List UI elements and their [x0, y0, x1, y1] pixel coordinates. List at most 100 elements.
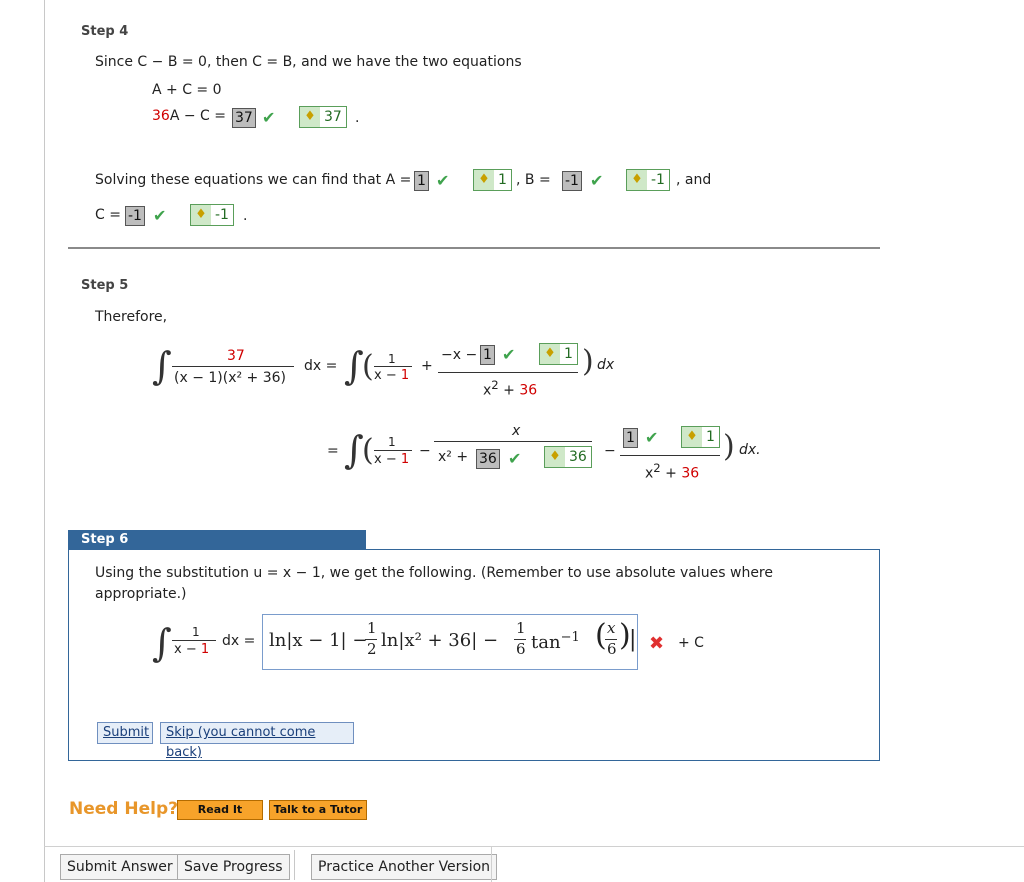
- left-border: [44, 0, 45, 882]
- eq2-answer-box[interactable]: 37: [232, 108, 256, 128]
- and-text: , and: [676, 172, 712, 188]
- half-denominator: 2: [367, 640, 377, 658]
- key-icon: ♦: [682, 427, 702, 447]
- step5-key-1b[interactable]: ♦ 1: [681, 426, 720, 448]
- key-icon: ♦: [300, 107, 320, 127]
- half-numerator: 1: [367, 619, 377, 637]
- read-it-button[interactable]: Read It: [177, 800, 263, 820]
- dx-equals: dx =: [222, 633, 256, 649]
- right-paren: ): [582, 344, 594, 379]
- key-icon: ♦: [545, 447, 565, 467]
- left-paren: (: [362, 433, 374, 468]
- frac-numerator: 1: [388, 352, 396, 366]
- key-icon: ♦: [627, 170, 647, 190]
- check-icon: ✔: [590, 171, 604, 190]
- skip-button[interactable]: Skip (you cannot come back): [160, 722, 354, 760]
- step6-header: Step 6: [68, 530, 366, 550]
- check-icon: ✔: [508, 449, 522, 468]
- step6-text-line2: appropriate.): [95, 586, 187, 602]
- submit-button[interactable]: Submit: [97, 722, 153, 744]
- right-paren: ): [723, 429, 735, 464]
- eq2-coefficient: 36: [152, 108, 170, 124]
- plus-c: + C: [678, 635, 704, 651]
- check-icon: ✔: [645, 428, 659, 447]
- section-divider: [68, 247, 880, 249]
- arg-numerator: x: [607, 619, 616, 637]
- frac-numerator: 1: [388, 435, 396, 449]
- key-icon: ♦: [191, 205, 211, 225]
- arg-denominator: 6: [607, 640, 617, 658]
- step5-key-36[interactable]: ♦ 36: [544, 446, 592, 468]
- C-answer-box[interactable]: -1: [125, 206, 145, 226]
- dx-period: dx.: [739, 442, 761, 458]
- need-help-label: Need Help?: [69, 799, 178, 819]
- step5-answer-1[interactable]: 1: [480, 345, 495, 365]
- paren-open: (: [595, 618, 607, 653]
- equals-sign: =: [327, 443, 339, 459]
- denominator-x2-36: x2 + 36: [645, 461, 700, 482]
- submit-answer-button[interactable]: Submit Answer: [60, 854, 180, 880]
- answer-tan: tan−1: [531, 630, 580, 653]
- step4-intro: Since C − B = 0, then C = B, and we have…: [95, 54, 522, 70]
- left-paren: (: [362, 349, 374, 384]
- check-icon: ✔: [436, 171, 450, 190]
- answer-input[interactable]: ln|x − 1| − 1 2 ln|x² + 36| − 1 6 tan−1 …: [262, 614, 638, 670]
- step5-key-1[interactable]: ♦ 1: [539, 343, 578, 365]
- fraction-bar: [172, 640, 216, 641]
- B-text: , B =: [516, 172, 551, 188]
- int-numerator: 1: [192, 625, 200, 639]
- answer-ln-part1: ln|x − 1| −: [269, 630, 368, 651]
- neg-x-minus: −x −: [441, 347, 478, 363]
- C-text: C =: [95, 207, 121, 223]
- plus-sign: +: [421, 358, 433, 374]
- answer-ln-part2: ln|x² + 36| −: [381, 630, 499, 651]
- fraction-bar: [374, 450, 412, 451]
- check-icon: ✔: [153, 206, 167, 225]
- key-icon: ♦: [474, 170, 494, 190]
- period: .: [243, 208, 248, 224]
- step5-answer-1b[interactable]: 1: [623, 428, 638, 448]
- eq2-text: A − C =: [169, 108, 226, 124]
- step6-text-line1: Using the substitution u = x − 1, we get…: [95, 565, 773, 581]
- check-icon: ✔: [262, 108, 276, 127]
- x2-plus: x² +: [438, 449, 469, 465]
- eq2-key-box[interactable]: ♦ 37: [299, 106, 347, 128]
- step5-label: Step 5: [81, 278, 129, 293]
- fraction-bar: [172, 366, 294, 367]
- B-answer-box[interactable]: -1: [562, 171, 582, 191]
- integral-sign: ∫: [344, 344, 364, 388]
- dx-equals: dx =: [304, 358, 338, 374]
- A-key-box[interactable]: ♦ 1: [473, 169, 512, 191]
- period: .: [355, 110, 360, 126]
- integral-sign: ∫: [152, 621, 172, 665]
- minus-sign: −: [419, 443, 431, 459]
- footer-separator: [491, 846, 492, 882]
- fraction-bar: [374, 366, 412, 367]
- dx-label: dx: [597, 357, 615, 373]
- incorrect-icon: ✖: [649, 633, 665, 654]
- equation-1: A + C = 0: [152, 82, 222, 98]
- int-denominator: x − 1: [174, 642, 210, 657]
- equation-2: 36A − C =: [152, 108, 226, 124]
- B-key-box[interactable]: ♦ -1: [626, 169, 670, 191]
- fraction-bar: [438, 372, 578, 373]
- check-icon: ✔: [502, 345, 516, 364]
- practice-another-version-button[interactable]: Practice Another Version: [311, 854, 498, 880]
- sixth-numerator: 1: [516, 619, 526, 637]
- lhs-denominator: (x − 1)(x² + 36): [174, 370, 287, 386]
- solving-text: Solving these equations we can find that…: [95, 172, 412, 188]
- x-numerator: x: [512, 423, 521, 439]
- sixth-denominator: 6: [516, 640, 526, 658]
- abs-bar: |: [629, 627, 637, 652]
- step5-answer-36[interactable]: 36: [476, 449, 500, 469]
- key-icon: ♦: [540, 344, 560, 364]
- C-key-box[interactable]: ♦ -1: [190, 204, 234, 226]
- talk-to-tutor-button[interactable]: Talk to a Tutor: [269, 800, 367, 820]
- therefore-text: Therefore,: [95, 309, 168, 325]
- denominator-x2-36: x2 + 36: [483, 378, 538, 399]
- A-answer-box[interactable]: 1: [414, 171, 429, 191]
- save-progress-button[interactable]: Save Progress: [177, 854, 290, 880]
- fraction-bar: [434, 441, 592, 442]
- fraction-bar: [620, 455, 720, 456]
- integral-sign: ∫: [152, 344, 172, 388]
